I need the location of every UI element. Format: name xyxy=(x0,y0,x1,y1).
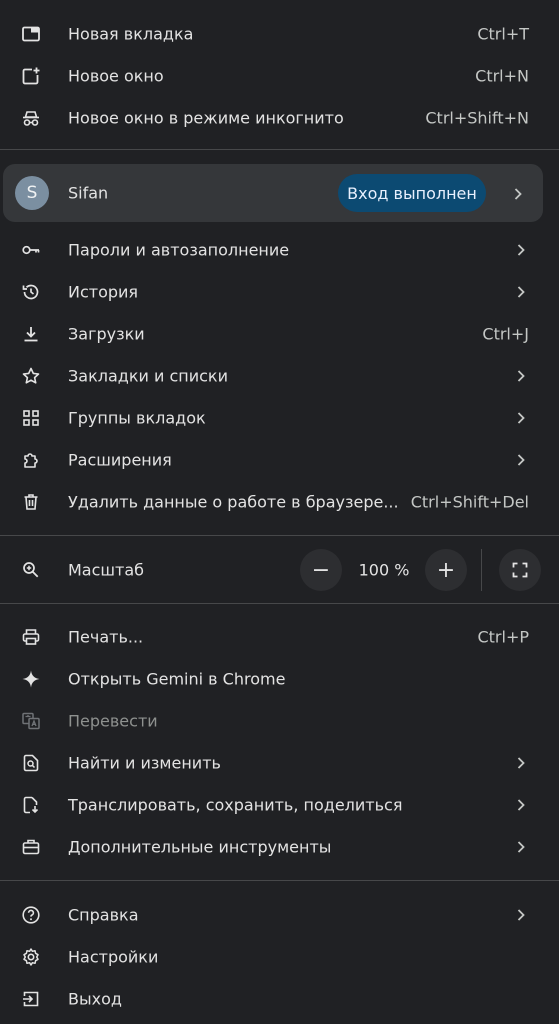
fullscreen-button[interactable] xyxy=(499,549,541,591)
cast-save-icon xyxy=(20,794,42,816)
new-window-icon xyxy=(20,65,42,87)
menu-item-label: Загрузки xyxy=(68,324,145,344)
menu-item-label: Перевести xyxy=(68,711,158,731)
download-icon xyxy=(20,323,42,345)
sparkle-icon xyxy=(20,668,42,690)
menu-item-print[interactable]: Печать... Ctrl+P xyxy=(0,616,559,658)
puzzle-icon xyxy=(20,449,42,471)
menu-item-shortcut: Ctrl+Shift+Del xyxy=(410,492,529,512)
zoom-out-button[interactable]: − xyxy=(300,549,342,591)
avatar: S xyxy=(15,176,49,210)
menu-item-label: Настройки xyxy=(68,947,159,967)
menu-item-shortcut: Ctrl+J xyxy=(482,324,529,344)
profile-row[interactable]: S Sifan Вход выполнен xyxy=(3,164,543,222)
zoom-divider xyxy=(481,549,482,591)
sync-status-badge[interactable]: Вход выполнен xyxy=(338,174,486,212)
chevron-right-icon xyxy=(515,756,527,770)
menu-item-label: Удалить данные о работе в браузере... xyxy=(68,492,399,512)
chevron-right-icon xyxy=(515,369,527,383)
menu-item-settings[interactable]: Настройки xyxy=(0,936,559,978)
menu-separator xyxy=(0,149,559,150)
menu-separator xyxy=(0,880,559,881)
menu-item-label: Выход xyxy=(68,989,122,1009)
chrome-main-menu: Новая вкладка Ctrl+T Новое окно Ctrl+N Н… xyxy=(0,0,559,1024)
menu-item-tab-groups[interactable]: Группы вкладок xyxy=(0,397,559,439)
zoom-value: 100 % xyxy=(358,560,410,580)
menu-item-label: Закладки и списки xyxy=(68,366,228,386)
menu-item-find[interactable]: Найти и изменить xyxy=(0,742,559,784)
toolbox-icon xyxy=(20,836,42,858)
menu-separator xyxy=(0,535,559,536)
new-tab-icon xyxy=(20,23,42,45)
menu-item-shortcut: Ctrl+N xyxy=(475,66,529,86)
fullscreen-icon xyxy=(510,560,530,580)
zoom-in-button[interactable]: + xyxy=(425,549,467,591)
menu-item-label: Новая вкладка xyxy=(68,24,194,44)
translate-icon xyxy=(20,710,42,732)
menu-item-clear-data[interactable]: Удалить данные о работе в браузере... Ct… xyxy=(0,481,559,523)
chevron-right-icon xyxy=(515,798,527,812)
menu-item-label: Группы вкладок xyxy=(68,408,206,428)
gear-icon xyxy=(20,946,42,968)
menu-item-label: Пароли и автозаполнение xyxy=(68,240,290,260)
menu-item-label: Расширения xyxy=(68,450,172,470)
chevron-right-icon xyxy=(512,186,524,200)
zoom-icon xyxy=(20,559,42,581)
menu-item-cast-save-share[interactable]: Транслировать, сохранить, поделиться xyxy=(0,784,559,826)
chevron-right-icon xyxy=(515,453,527,467)
menu-item-gemini[interactable]: Открыть Gemini в Chrome xyxy=(0,658,559,700)
menu-item-label: Транслировать, сохранить, поделиться xyxy=(68,795,403,815)
menu-item-shortcut: Ctrl+Shift+N xyxy=(425,108,529,128)
chevron-right-icon xyxy=(515,243,527,257)
find-icon xyxy=(20,752,42,774)
menu-item-label: Дополнительные инструменты xyxy=(68,837,332,857)
profile-name: Sifan xyxy=(68,183,109,203)
chevron-right-icon xyxy=(515,411,527,425)
menu-item-label: Найти и изменить xyxy=(68,753,221,773)
menu-item-new-tab[interactable]: Новая вкладка Ctrl+T xyxy=(0,13,559,55)
menu-item-label: Печать... xyxy=(68,627,144,647)
menu-item-passwords[interactable]: Пароли и автозаполнение xyxy=(0,229,559,271)
menu-item-extensions[interactable]: Расширения xyxy=(0,439,559,481)
grid-icon xyxy=(20,407,42,429)
menu-item-exit[interactable]: Выход xyxy=(0,978,559,1020)
menu-item-shortcut: Ctrl+T xyxy=(477,24,529,44)
menu-item-bookmarks[interactable]: Закладки и списки xyxy=(0,355,559,397)
menu-item-help[interactable]: Справка xyxy=(0,894,559,936)
menu-item-more-tools[interactable]: Дополнительные инструменты xyxy=(0,826,559,868)
zoom-row: Масштаб − 100 % + xyxy=(0,549,559,591)
history-icon xyxy=(20,281,42,303)
chevron-right-icon xyxy=(515,908,527,922)
menu-item-incognito[interactable]: Новое окно в режиме инкогнито Ctrl+Shift… xyxy=(0,97,559,139)
menu-item-label: История xyxy=(68,282,139,302)
menu-item-history[interactable]: История xyxy=(0,271,559,313)
key-icon xyxy=(20,239,42,261)
menu-item-label: Открыть Gemini в Chrome xyxy=(68,669,286,689)
exit-icon xyxy=(20,988,42,1010)
incognito-icon xyxy=(20,107,42,129)
star-icon xyxy=(20,365,42,387)
menu-item-label: Новое окно в режиме инкогнито xyxy=(68,108,344,128)
menu-item-label: Новое окно xyxy=(68,66,164,86)
zoom-label: Масштаб xyxy=(68,560,145,580)
menu-item-new-window[interactable]: Новое окно Ctrl+N xyxy=(0,55,559,97)
chevron-right-icon xyxy=(515,840,527,854)
help-icon xyxy=(20,904,42,926)
menu-item-downloads[interactable]: Загрузки Ctrl+J xyxy=(0,313,559,355)
chevron-right-icon xyxy=(515,285,527,299)
menu-item-shortcut: Ctrl+P xyxy=(477,627,529,647)
menu-item-label: Справка xyxy=(68,905,139,925)
print-icon xyxy=(20,626,42,648)
trash-icon xyxy=(20,491,42,513)
menu-item-translate: Перевести xyxy=(0,700,559,742)
menu-separator xyxy=(0,603,559,604)
